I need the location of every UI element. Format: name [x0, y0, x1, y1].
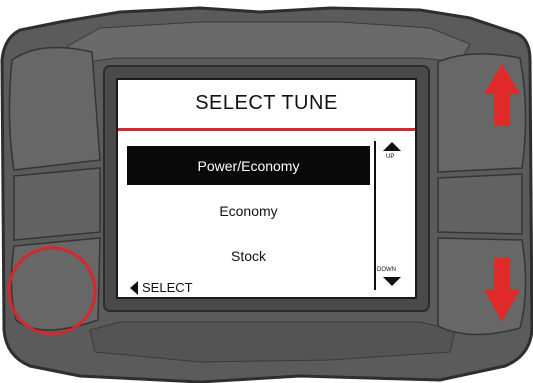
- menu-item-label: Stock: [230, 247, 266, 264]
- scroll-up-label: UP: [386, 154, 395, 160]
- scrollbar-divider: [374, 141, 376, 290]
- menu-item-stock[interactable]: Stock: [127, 236, 370, 275]
- select-softkey[interactable]: SELECT: [130, 280, 193, 295]
- menu-item-power-economy[interactable]: Power/Economy: [127, 146, 370, 185]
- left-button-middle[interactable]: [13, 167, 101, 241]
- tune-menu: Power/Economy Economy Stock: [127, 146, 370, 281]
- triangle-left-icon: [130, 280, 138, 295]
- right-button-middle[interactable]: [437, 173, 523, 235]
- device-screen: SELECT TUNE Power/Economy Economy Stock …: [116, 78, 417, 299]
- menu-item-label: Economy: [219, 202, 278, 219]
- device-top-lip: [67, 21, 471, 65]
- screen-title: SELECT TUNE: [195, 92, 338, 114]
- triangle-up-icon[interactable]: [383, 142, 401, 151]
- scroll-down-label: DOWN: [377, 267, 396, 273]
- triangle-down-icon[interactable]: [383, 277, 401, 286]
- menu-item-economy[interactable]: Economy: [127, 191, 370, 230]
- menu-item-label: Power/Economy: [197, 157, 300, 174]
- select-softkey-label: SELECT: [142, 280, 193, 295]
- right-button-down[interactable]: [437, 237, 527, 336]
- title-divider: [118, 128, 415, 131]
- right-button-up[interactable]: [437, 53, 527, 173]
- left-button-top[interactable]: [8, 46, 101, 171]
